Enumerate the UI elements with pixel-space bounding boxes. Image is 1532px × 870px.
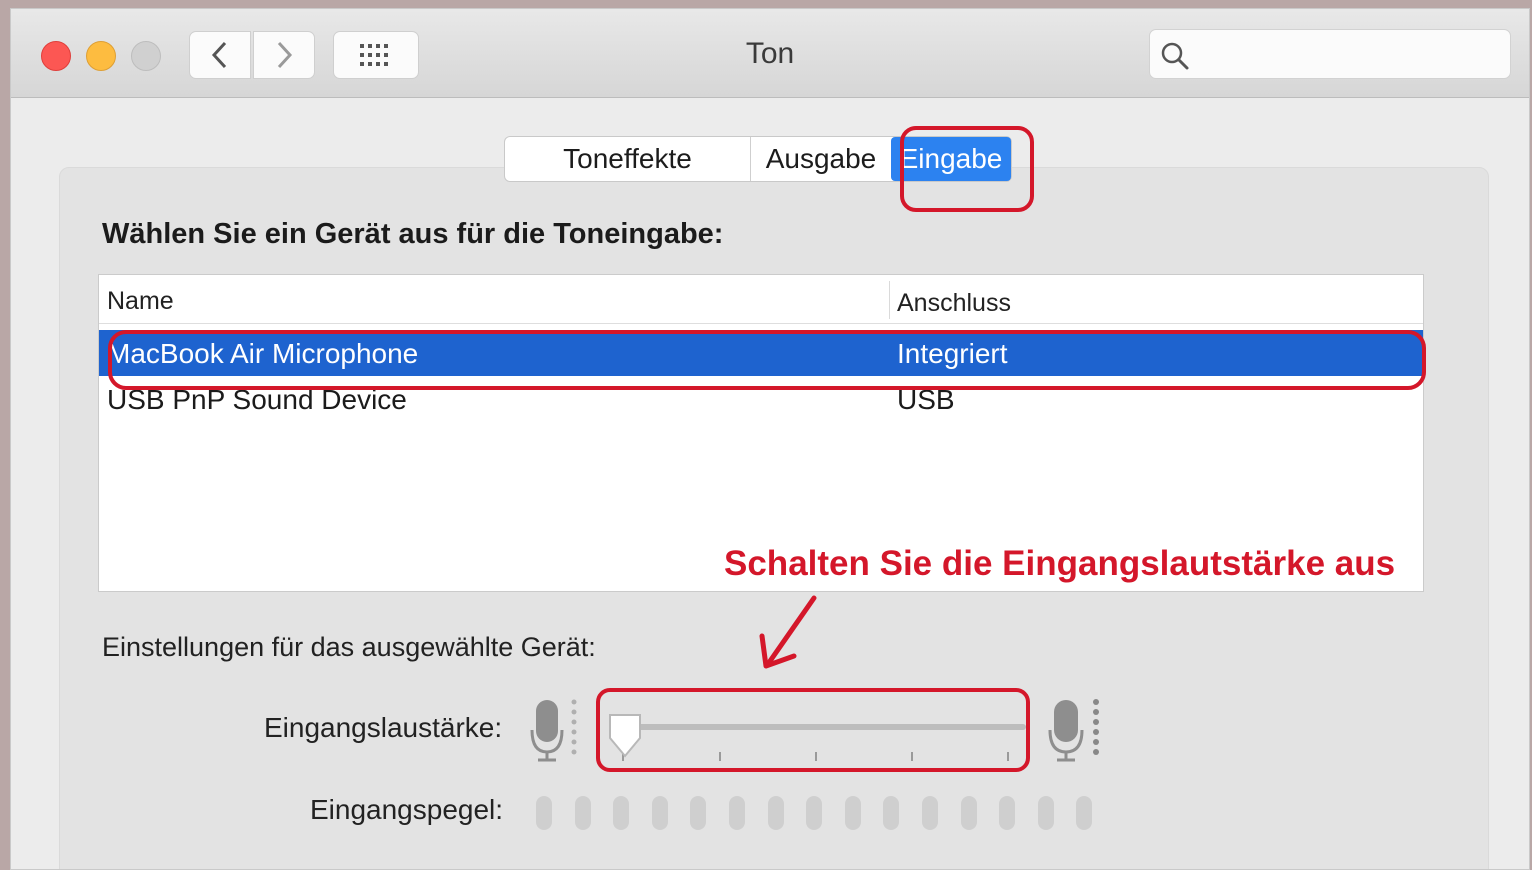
level-segment [574,796,591,830]
input-level-meter [536,796,1115,830]
device-heading: Wählen Sie ein Gerät aus für die Toneing… [102,218,724,250]
annotation-arrow-icon [759,595,817,669]
level-segment [651,796,668,830]
level-segment [1037,796,1054,830]
level-segment [1076,796,1093,830]
level-segment [883,796,900,830]
level-segment [767,796,784,830]
column-name[interactable]: Name [107,287,174,316]
search-icon [1161,42,1189,70]
microphone-high-icon [1048,699,1099,762]
column-divider [889,281,890,319]
settings-heading: Einstellungen für das ausgewählte Gerät: [102,632,596,662]
volume-slider-highlight [596,688,1030,772]
search-input[interactable] [1200,38,1504,72]
level-segment [921,796,938,830]
microphone-low-icon [530,699,577,762]
search-field[interactable] [1149,29,1511,79]
input-volume-label: Eingangslaustärke: [264,712,503,743]
level-segment [999,796,1016,830]
table-header: Name Anschluss [99,275,1423,324]
level-segment [806,796,823,830]
level-segment [960,796,977,830]
eingabe-tab-highlight [900,126,1034,212]
title-bar: Ton [11,9,1529,98]
selected-row-highlight [108,330,1426,390]
level-segment [536,796,552,830]
tab-toneffekte[interactable]: Toneffekte [505,137,751,181]
level-segment [613,796,630,830]
annotation-text: Schalten Sie die Eingangslautstärke aus [724,544,1396,583]
level-segment [690,796,707,830]
input-level-label: Eingangspegel: [310,794,504,825]
column-connection[interactable]: Anschluss [897,289,1011,318]
level-segment [728,796,745,830]
level-segment [844,796,861,830]
tab-ausgabe[interactable]: Ausgabe [751,137,891,181]
